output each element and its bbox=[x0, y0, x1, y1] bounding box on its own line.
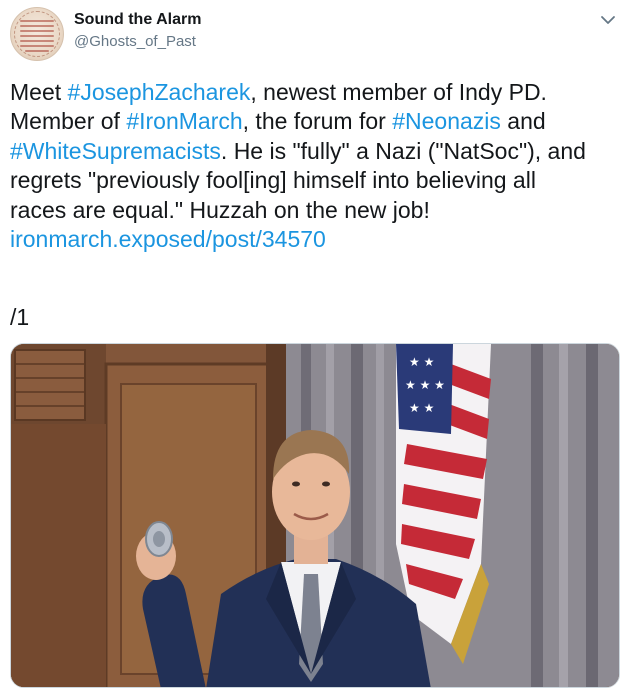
hashtag-link[interactable]: #WhiteSupremacists bbox=[10, 138, 221, 164]
tweet-text: Meet #JosephZacharek, newest member of I… bbox=[10, 78, 620, 254]
svg-text:★ ★: ★ ★ bbox=[409, 355, 434, 369]
hashtag-link[interactable]: #IronMarch bbox=[126, 108, 242, 134]
tweet-line: regrets "previously fool[ing] himself in… bbox=[10, 167, 536, 194]
avatar-seal-line bbox=[20, 20, 54, 22]
tweet-photo[interactable]: ★ ★ ★ ★ ★ ★ ★ bbox=[10, 343, 620, 688]
tweet-line: #WhiteSupremacists. He is "fully" a Nazi… bbox=[10, 137, 620, 166]
text-span: , newest member of Indy PD. bbox=[250, 79, 547, 105]
tweet-line: Meet #JosephZacharek, newest member of I… bbox=[10, 78, 620, 107]
text-span: and bbox=[500, 108, 546, 135]
thread-count: /1 bbox=[10, 304, 30, 330]
chevron-down-icon[interactable] bbox=[598, 10, 618, 30]
photo-illustration: ★ ★ ★ ★ ★ ★ ★ bbox=[11, 344, 619, 687]
avatar-seal-line bbox=[25, 50, 49, 52]
hashtag-link[interactable]: #Neonazis bbox=[392, 108, 501, 134]
svg-text:★ ★: ★ ★ bbox=[409, 401, 434, 415]
text-span: Meet bbox=[10, 79, 68, 105]
text-span: . He is "fully" a Nazi ("NatSoc"), and bbox=[220, 137, 586, 164]
avatar-seal-line bbox=[20, 35, 54, 37]
author-handle[interactable]: @Ghosts_of_Past bbox=[74, 33, 196, 50]
avatar[interactable] bbox=[10, 7, 64, 61]
tweet-card: Sound the Alarm @Ghosts_of_Past Meet #Jo… bbox=[0, 0, 634, 693]
avatar-seal-line bbox=[20, 40, 54, 42]
text-span: , the forum for bbox=[242, 108, 393, 135]
text-span: Member of bbox=[10, 108, 127, 135]
tweet-line: ironmarch.exposed/post/34570 bbox=[10, 225, 620, 254]
avatar-seal-line bbox=[20, 45, 54, 47]
url-link[interactable]: ironmarch.exposed/post/34570 bbox=[10, 226, 326, 252]
hashtag-link[interactable]: #JosephZacharek bbox=[68, 79, 251, 105]
tweet-line: races are equal." Huzzah on the new job! bbox=[10, 196, 430, 223]
tweet-line: Member of #IronMarch, the forum for #Neo… bbox=[10, 107, 620, 136]
author-display-name[interactable]: Sound the Alarm bbox=[74, 11, 201, 29]
svg-text:★ ★ ★: ★ ★ ★ bbox=[405, 378, 445, 392]
avatar-seal-line bbox=[20, 30, 54, 32]
avatar-seal-line bbox=[20, 25, 54, 27]
